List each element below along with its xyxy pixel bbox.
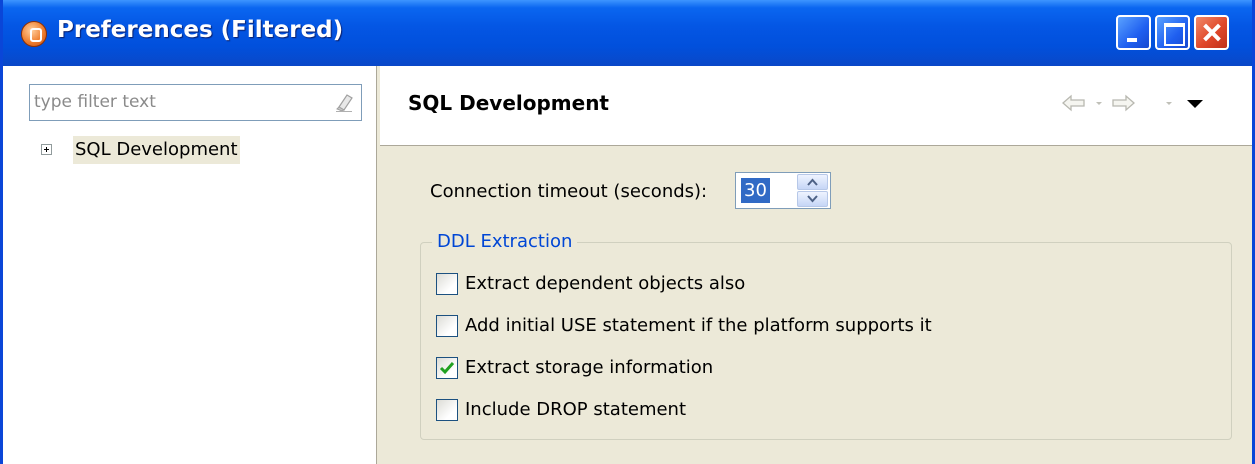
- close-icon: [1196, 17, 1227, 48]
- filter-box[interactable]: [29, 84, 362, 121]
- back-arrow-icon[interactable]: [1061, 94, 1087, 112]
- chevron-up-icon: [807, 178, 818, 186]
- forward-arrow-icon[interactable]: [1110, 94, 1136, 112]
- connection-timeout-spinner[interactable]: 30: [735, 172, 831, 209]
- eraser-icon[interactable]: [333, 91, 355, 113]
- checkbox[interactable]: [436, 273, 458, 295]
- checkmark-icon: [439, 362, 455, 375]
- chevron-down-icon: [807, 195, 818, 203]
- preference-tree-pane: SQL Development: [3, 66, 376, 464]
- ddl-extraction-group-label: DDL Extraction: [432, 231, 578, 252]
- maximize-icon: [1164, 23, 1185, 46]
- checkbox-label[interactable]: Add initial USE statement if the platfor…: [465, 313, 932, 339]
- spinner-down-button[interactable]: [797, 191, 828, 207]
- back-dropdown-icon[interactable]: [1094, 94, 1104, 112]
- forward-dropdown-icon[interactable]: [1164, 94, 1174, 112]
- checkbox[interactable]: [436, 399, 458, 421]
- checkbox-label[interactable]: Include DROP statement: [465, 397, 686, 423]
- view-menu-icon[interactable]: [1186, 94, 1204, 112]
- spinner-up-button[interactable]: [797, 174, 828, 190]
- close-button[interactable]: [1194, 15, 1229, 50]
- connection-timeout-label: Connection timeout (seconds):: [430, 181, 708, 202]
- filter-input[interactable]: [34, 89, 314, 115]
- checkbox-checked[interactable]: [436, 357, 458, 379]
- checkbox-label[interactable]: Extract dependent objects also: [465, 271, 745, 297]
- preferences-app-icon: [21, 21, 47, 47]
- page-header: SQL Development: [380, 66, 1252, 146]
- connection-timeout-value[interactable]: 30: [741, 178, 770, 203]
- preferences-window: Preferences (Filtered) SQL Development S…: [0, 0, 1255, 464]
- preference-page: SQL Development Connection timeout (seco…: [380, 66, 1252, 464]
- minimize-icon: [1127, 38, 1137, 42]
- expand-plus-icon[interactable]: [41, 144, 52, 155]
- window-title: Preferences (Filtered): [57, 17, 344, 43]
- minimize-button[interactable]: [1116, 15, 1151, 50]
- checkbox[interactable]: [436, 315, 458, 337]
- checkbox-label[interactable]: Extract storage information: [465, 355, 713, 381]
- maximize-button[interactable]: [1155, 15, 1190, 50]
- page-title: SQL Development: [408, 91, 609, 115]
- title-bar[interactable]: Preferences (Filtered): [3, 0, 1252, 66]
- tree-item-label[interactable]: SQL Development: [73, 136, 240, 164]
